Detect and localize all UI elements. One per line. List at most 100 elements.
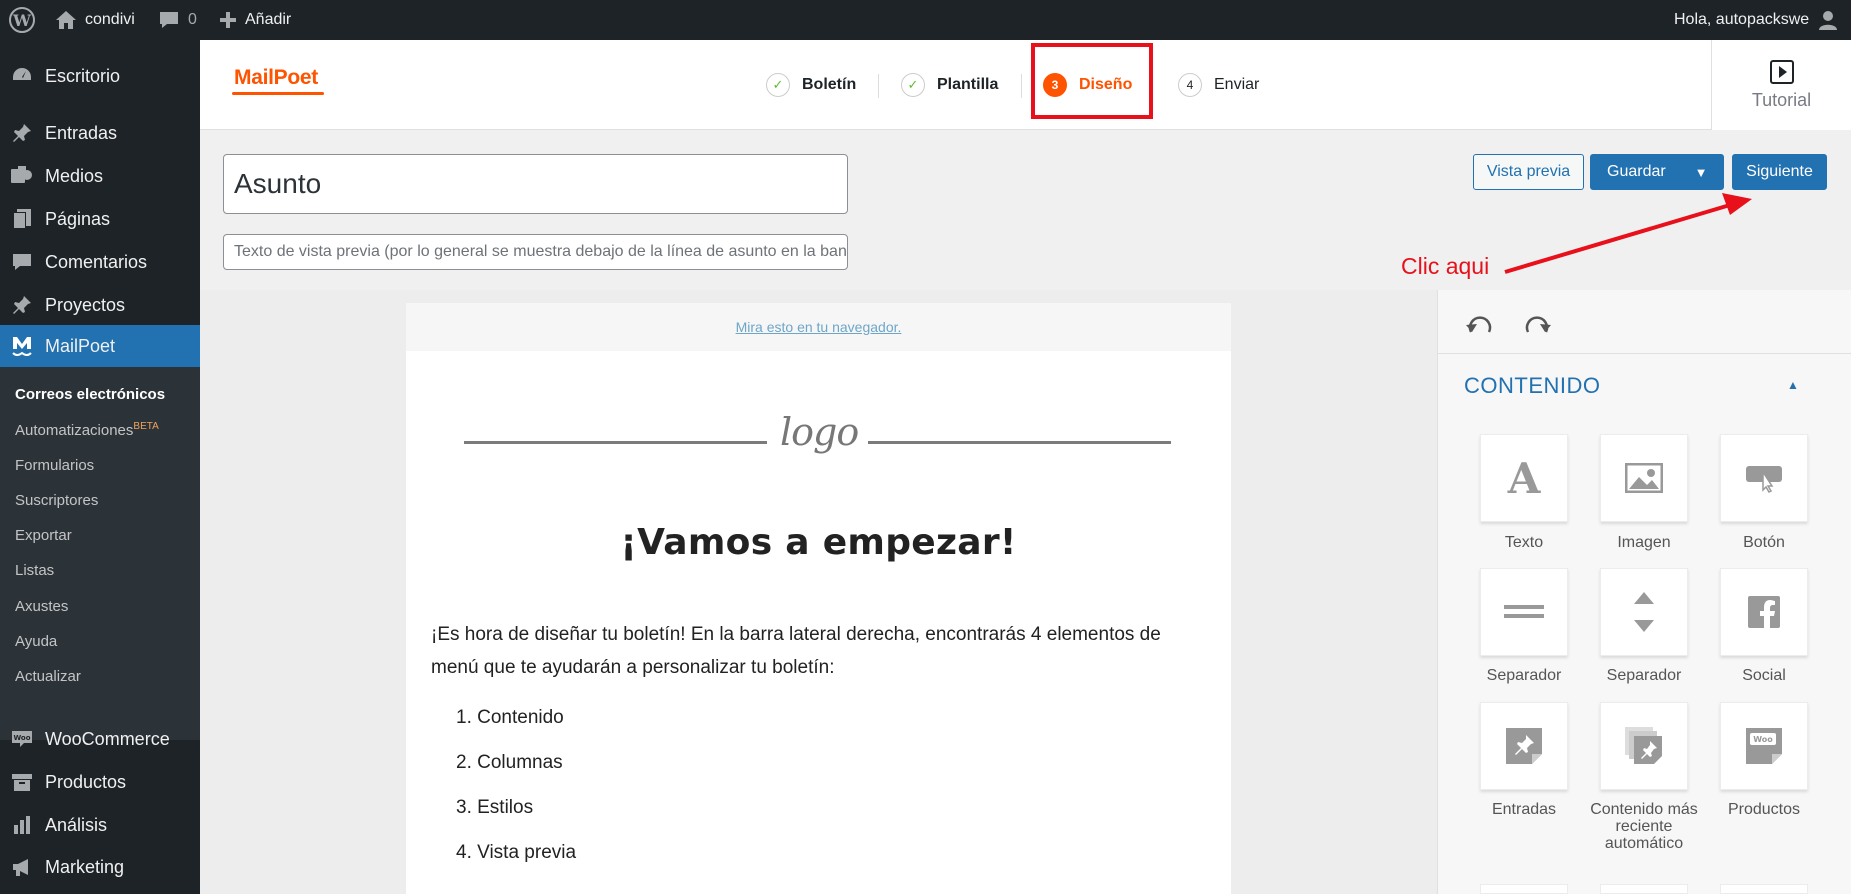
widget-label: Productos xyxy=(1727,801,1801,818)
comments-link[interactable]: 0 xyxy=(158,0,197,40)
view-in-browser-bar: Mira esto en tu navegador. xyxy=(406,303,1231,351)
widget-boton[interactable] xyxy=(1720,434,1808,522)
admin-bar: W condivi 0 Añadir Hola, autopackswe xyxy=(0,0,1851,40)
sidebar-item-woocommerce[interactable]: Woo WooCommerce xyxy=(0,719,200,759)
sidebar-item-medios[interactable]: Medios xyxy=(0,156,200,196)
products-icon: Woo xyxy=(1746,728,1782,764)
step-divider xyxy=(1021,74,1022,98)
widget-texto[interactable]: A xyxy=(1480,434,1568,522)
widget-entradas[interactable] xyxy=(1480,702,1568,790)
svg-text:Woo: Woo xyxy=(13,734,30,742)
comment-icon xyxy=(160,12,178,28)
widget-partial[interactable] xyxy=(1720,884,1808,894)
collapse-triangle-icon[interactable]: ▲ xyxy=(1787,378,1799,392)
pushpin-icon xyxy=(10,121,34,145)
tutorial-button[interactable]: Tutorial xyxy=(1711,40,1851,130)
sidebar-item-proyectos[interactable]: Proyectos xyxy=(0,285,200,325)
site-name-link[interactable]: condivi xyxy=(55,0,135,40)
widget-label: Separador xyxy=(1606,667,1682,684)
save-label: Guardar xyxy=(1607,163,1666,180)
add-new-link[interactable]: Añadir xyxy=(219,0,291,40)
widget-imagen[interactable] xyxy=(1600,434,1688,522)
text-icon: A xyxy=(1507,453,1541,503)
submenu-axustes[interactable]: Axustes xyxy=(15,598,68,615)
widget-partial[interactable] xyxy=(1600,884,1688,894)
submenu-automatizaciones[interactable]: AutomatizacionesBETA xyxy=(15,421,159,439)
user-avatar-icon xyxy=(1819,11,1838,30)
widget-label: Botón xyxy=(1743,534,1785,551)
email-intro-text[interactable]: ¡Es hora de diseñar tu boletín! En la ba… xyxy=(431,618,1211,684)
save-button[interactable]: Guardar ▼ xyxy=(1590,154,1724,190)
sidebar-item-paginas[interactable]: Páginas xyxy=(0,199,200,239)
list-item: 4. Vista previa xyxy=(456,842,577,863)
widget-social[interactable] xyxy=(1720,568,1808,656)
divider-icon xyxy=(1504,605,1544,618)
sidebar-item-escritorio[interactable]: Escritorio xyxy=(0,56,200,96)
email-heading[interactable]: ¡Vamos a empezar! xyxy=(406,522,1231,563)
widget-separador-divider[interactable] xyxy=(1480,568,1568,656)
sidebar-item-entradas[interactable]: Entradas xyxy=(0,113,200,153)
annotation-text: Clic aqui xyxy=(1401,253,1490,279)
svg-text:Woo: Woo xyxy=(1753,735,1773,744)
widget-separador-spacer[interactable] xyxy=(1600,568,1688,656)
mailpoet-steps-header xyxy=(200,40,1851,130)
widget-label: Entradas xyxy=(1491,801,1557,818)
comments-count: 0 xyxy=(188,11,197,28)
mailpoet-logo[interactable]: MailPoet xyxy=(234,66,318,90)
sidebar-item-productos[interactable]: Productos xyxy=(0,762,200,802)
undo-icon[interactable] xyxy=(1462,306,1498,338)
preheader-input[interactable] xyxy=(223,234,848,270)
widget-label: Texto xyxy=(1504,534,1544,551)
sidebar-item-mailpoet[interactable]: MailPoet xyxy=(0,325,200,367)
submenu-correos[interactable]: Correos electrónicos xyxy=(15,386,165,403)
plus-icon xyxy=(220,12,236,28)
mailpoet-icon xyxy=(10,334,34,358)
widget-contenido-automatico[interactable] xyxy=(1600,702,1688,790)
step-plantilla[interactable]: ✓ Plantilla xyxy=(901,72,998,98)
next-button[interactable]: Siguiente xyxy=(1732,154,1827,190)
submenu-exportar[interactable]: Exportar xyxy=(15,527,72,544)
widget-partial[interactable] xyxy=(1480,884,1568,894)
submenu-listas[interactable]: Listas xyxy=(15,562,54,579)
wordpress-logo-icon[interactable]: W xyxy=(9,0,35,40)
step-boletin[interactable]: ✓ Boletín xyxy=(766,72,856,98)
step-number: 4 xyxy=(1178,73,1202,97)
comment-icon xyxy=(10,250,34,274)
step-check-icon: ✓ xyxy=(766,73,790,97)
subject-input[interactable] xyxy=(223,154,848,214)
posts-icon xyxy=(1506,728,1542,764)
list-item: 3. Estilos xyxy=(456,797,534,818)
logo-divider-right xyxy=(868,441,1171,444)
beta-badge: BETA xyxy=(133,421,159,432)
submenu-actualizar[interactable]: Actualizar xyxy=(15,668,81,685)
sidebar-item-marketing[interactable]: Marketing xyxy=(0,847,200,887)
save-dropdown-caret-icon[interactable]: ▼ xyxy=(1679,155,1723,189)
chart-bar-icon xyxy=(10,813,34,837)
widget-label: Social xyxy=(1742,667,1786,684)
sidebar-item-analisis[interactable]: Análisis xyxy=(0,805,200,845)
list-item: 2. Columnas xyxy=(456,752,563,773)
email-logo[interactable]: logo xyxy=(780,410,859,454)
view-in-browser-link[interactable]: Mira esto en tu navegador. xyxy=(736,319,902,335)
home-icon xyxy=(56,11,76,29)
step-check-icon: ✓ xyxy=(901,73,925,97)
button-icon xyxy=(1746,466,1782,493)
spacer-icon xyxy=(1634,592,1654,632)
sidebar-item-comentarios[interactable]: Comentarios xyxy=(0,242,200,282)
pushpin-icon xyxy=(10,293,34,317)
step-label: Plantilla xyxy=(937,76,999,93)
user-greeting: Hola, autopackswe xyxy=(1674,11,1810,28)
step-enviar[interactable]: 4 Enviar xyxy=(1178,72,1259,98)
widget-productos[interactable]: Woo xyxy=(1720,702,1808,790)
widget-label: Imagen xyxy=(1617,534,1671,551)
user-account-link[interactable]: Hola, autopackswe xyxy=(1674,0,1839,40)
contenido-section-title[interactable]: CONTENIDO xyxy=(1464,373,1601,399)
email-list[interactable]: 1. Contenido 2. Columnas 3. Estilos 4. V… xyxy=(456,700,956,880)
submenu-ayuda[interactable]: Ayuda xyxy=(15,633,57,650)
media-icon xyxy=(10,164,34,188)
preview-button[interactable]: Vista previa xyxy=(1473,154,1584,190)
redo-icon[interactable] xyxy=(1519,306,1555,338)
annotation-highlight-box xyxy=(1031,43,1153,119)
submenu-suscriptores[interactable]: Suscriptores xyxy=(15,492,98,509)
submenu-formularios[interactable]: Formularios xyxy=(15,457,94,474)
